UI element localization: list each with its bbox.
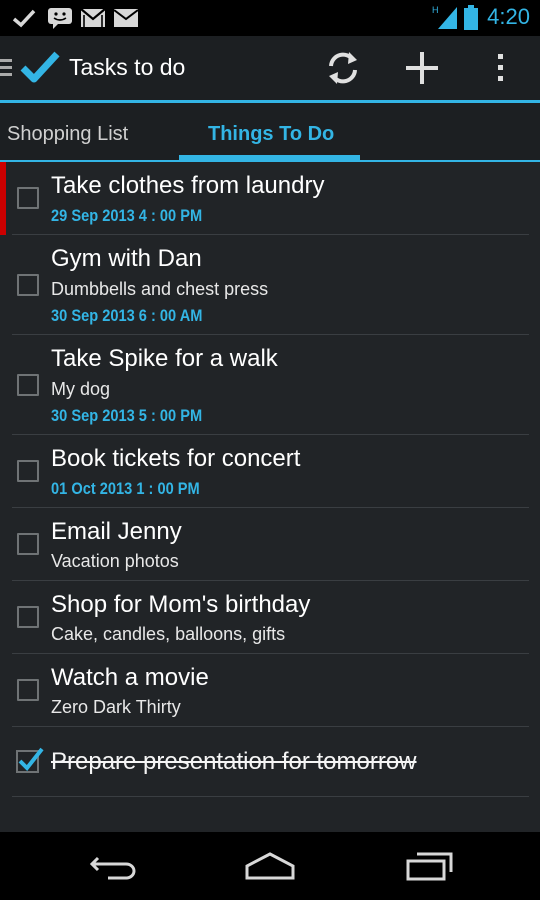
chat-notification-icon xyxy=(48,8,72,29)
task-title: Shop for Mom's birthday xyxy=(51,591,311,618)
battery-icon xyxy=(464,5,478,30)
task-checkbox[interactable] xyxy=(17,460,39,482)
task-checkbox[interactable] xyxy=(17,187,39,209)
task-item[interactable]: Shop for Mom's birthday Cake, candles, b… xyxy=(0,581,540,654)
app-title: Tasks to do xyxy=(69,54,186,80)
task-item[interactable]: Email Jenny Vacation photos xyxy=(0,508,540,581)
app-logo-checkmark-icon[interactable] xyxy=(20,50,60,86)
task-subtitle: My dog xyxy=(51,379,111,399)
back-icon[interactable] xyxy=(88,850,138,882)
task-due-date: 01 Oct 2013 1 : 00 PM xyxy=(51,479,200,498)
task-item-completed[interactable]: Prepare presentation for tomorrow xyxy=(0,727,540,797)
task-checkbox-checked-icon[interactable] xyxy=(14,745,44,775)
task-title: Prepare presentation for tomorrow xyxy=(51,748,417,775)
task-due-date: 29 Sep 2013 4 : 00 PM xyxy=(51,206,203,225)
task-due-date: 30 Sep 2013 5 : 00 PM xyxy=(51,406,203,425)
status-bar: H 4:20 xyxy=(0,0,540,36)
task-title: Take Spike for a walk xyxy=(51,345,278,372)
task-item[interactable]: Gym with Dan Dumbbells and chest press 3… xyxy=(0,235,540,335)
task-checkbox[interactable] xyxy=(17,533,39,555)
email-notification-icon xyxy=(113,9,139,27)
home-icon[interactable] xyxy=(244,850,296,882)
task-item[interactable]: Book tickets for concert 01 Oct 2013 1 :… xyxy=(0,435,540,508)
task-checkbox[interactable] xyxy=(17,679,39,701)
tab-shopping-list[interactable]: Shopping List xyxy=(7,123,128,146)
task-title: Gym with Dan xyxy=(51,245,202,272)
check-notification-icon xyxy=(12,9,36,28)
sync-icon[interactable] xyxy=(323,48,363,88)
signal-icon: H xyxy=(432,5,457,29)
status-time: 4:20 xyxy=(487,4,530,29)
task-title: Book tickets for concert xyxy=(51,445,301,472)
task-title: Email Jenny xyxy=(51,518,182,545)
task-checkbox[interactable] xyxy=(17,374,39,396)
overflow-menu-icon[interactable] xyxy=(481,48,521,88)
network-type-label: H xyxy=(432,5,439,15)
task-checkbox[interactable] xyxy=(17,274,39,296)
tab-bar: Shopping List Things To Do xyxy=(0,103,540,161)
task-subtitle: Dumbbells and chest press xyxy=(51,279,269,299)
task-subtitle: Cake, candles, balloons, gifts xyxy=(51,624,286,644)
list-divider xyxy=(12,796,529,797)
add-icon[interactable] xyxy=(402,48,442,88)
task-due-date: 30 Sep 2013 6 : 00 AM xyxy=(51,306,203,325)
task-checkbox[interactable] xyxy=(17,606,39,628)
priority-flag xyxy=(0,162,6,235)
action-bar: Tasks to do xyxy=(0,36,540,100)
drawer-icon[interactable] xyxy=(0,58,14,78)
task-subtitle: Zero Dark Thirty xyxy=(51,697,181,717)
task-title: Watch a movie xyxy=(51,664,209,691)
task-title: Take clothes from laundry xyxy=(51,172,325,199)
navigation-bar xyxy=(0,832,540,900)
task-item[interactable]: Take clothes from laundry 29 Sep 2013 4 … xyxy=(0,162,540,235)
task-list[interactable]: Take clothes from laundry 29 Sep 2013 4 … xyxy=(0,162,540,832)
recent-apps-icon[interactable] xyxy=(405,850,455,882)
gmail-notification-icon xyxy=(80,8,106,27)
task-item[interactable]: Take Spike for a walk My dog 30 Sep 2013… xyxy=(0,335,540,435)
task-subtitle: Vacation photos xyxy=(51,551,179,571)
tab-things-to-do[interactable]: Things To Do xyxy=(208,123,334,146)
task-item[interactable]: Watch a movie Zero Dark Thirty xyxy=(0,654,540,727)
